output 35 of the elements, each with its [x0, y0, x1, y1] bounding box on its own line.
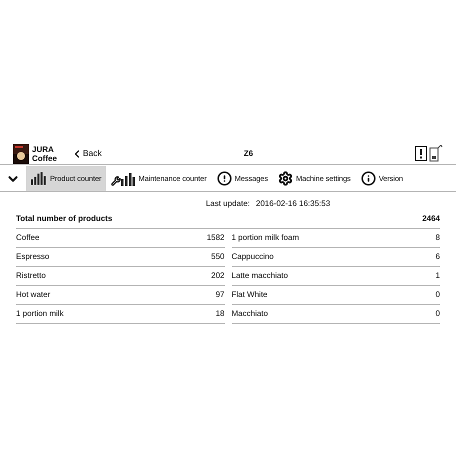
product-name: Coffee: [16, 232, 40, 244]
last-update-value: 2016-02-16 16:35:53: [256, 198, 330, 210]
product-name: Hot water: [16, 289, 50, 301]
window-title: Z6: [244, 148, 254, 160]
product-name: 1 portion milk: [16, 308, 64, 320]
product-count: 0: [436, 308, 440, 320]
brand-subtitle: Coffee: [32, 154, 57, 162]
product-count: 18: [216, 308, 224, 320]
bar-chart-icon: [31, 172, 47, 185]
product-name: Latte macchiato: [232, 270, 288, 282]
product-name: 1 portion milk foam: [232, 232, 300, 244]
product-count: 0: [436, 289, 440, 301]
last-update-label: Last update:: [206, 198, 250, 210]
alert-icon: [415, 146, 427, 161]
brand-name: JURA: [32, 144, 55, 154]
product-count: 202: [211, 270, 224, 282]
wrench-bar-chart-icon: [111, 172, 136, 186]
product-count: 1: [436, 270, 440, 282]
product-count: 6: [436, 251, 440, 263]
total-value: 2464: [422, 213, 440, 225]
coffee-machine-icon: [429, 145, 443, 162]
total-label: Total number of products: [16, 213, 112, 225]
product-name: Ristretto: [16, 270, 46, 282]
product-name: Flat White: [232, 289, 268, 301]
product-count: 1582: [206, 232, 224, 244]
settings-icon: [278, 171, 293, 186]
product-count: 550: [211, 251, 224, 263]
info-icon: [360, 171, 376, 186]
alert-icon: [216, 171, 232, 186]
product-name: Macchiato: [232, 308, 268, 320]
product-count: 97: [216, 289, 224, 301]
product-name: Cappuccino: [232, 251, 274, 263]
back-button[interactable]: Back: [70, 147, 102, 160]
product-name: Espresso: [16, 251, 50, 263]
product-count: 8: [436, 232, 440, 244]
